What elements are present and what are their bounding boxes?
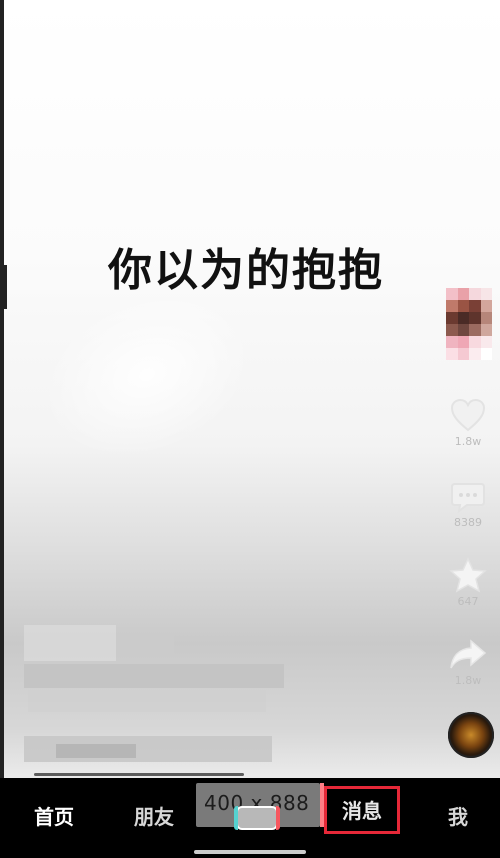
video-player[interactable]: 你以为的抱抱 1.8w 8389 647 1.8w: [4, 0, 500, 778]
star-icon: [449, 557, 487, 593]
tab-home[interactable]: 首页: [34, 802, 74, 832]
comment-button[interactable]: 8389: [436, 480, 500, 529]
music-disc-icon[interactable]: [448, 712, 494, 758]
tab-friends[interactable]: 朋友: [134, 802, 174, 832]
author-avatar[interactable]: [446, 288, 492, 360]
publish-accent-left: [234, 806, 238, 830]
share-arrow-icon: [450, 639, 487, 669]
comment-count: 8389: [454, 516, 482, 529]
action-sidebar: 1.8w 8389 647 1.8w: [436, 0, 500, 778]
publish-accent-right: [276, 806, 280, 830]
like-count: 1.8w: [454, 435, 482, 448]
like-button[interactable]: 1.8w: [436, 397, 500, 448]
publish-plus-icon[interactable]: [234, 806, 280, 830]
mosaic-block: [28, 690, 266, 712]
favorite-button[interactable]: 647: [436, 557, 500, 608]
bottom-tab-bar: 首页 朋友 400 x 888 消息 我: [0, 778, 500, 858]
comment-icon: [451, 483, 485, 514]
favorite-count: 647: [457, 595, 479, 608]
home-indicator: [194, 850, 306, 854]
mosaic-block: [24, 664, 284, 688]
heart-icon: [450, 398, 486, 432]
short-video-screen: 你以为的抱抱 1.8w 8389 647 1.8w 首页 朋友 400 x 88…: [0, 0, 500, 858]
share-count: 1.8w: [454, 674, 482, 687]
video-caption: 你以为的抱抱: [108, 245, 384, 296]
tab-me[interactable]: 我: [448, 802, 468, 832]
video-progress-line: [34, 773, 244, 776]
tab-messages[interactable]: 消息: [324, 786, 400, 834]
mosaic-block: [116, 628, 174, 658]
mosaic-block: [56, 744, 136, 758]
mosaic-block: [24, 625, 116, 661]
share-button[interactable]: 1.8w: [436, 638, 500, 687]
